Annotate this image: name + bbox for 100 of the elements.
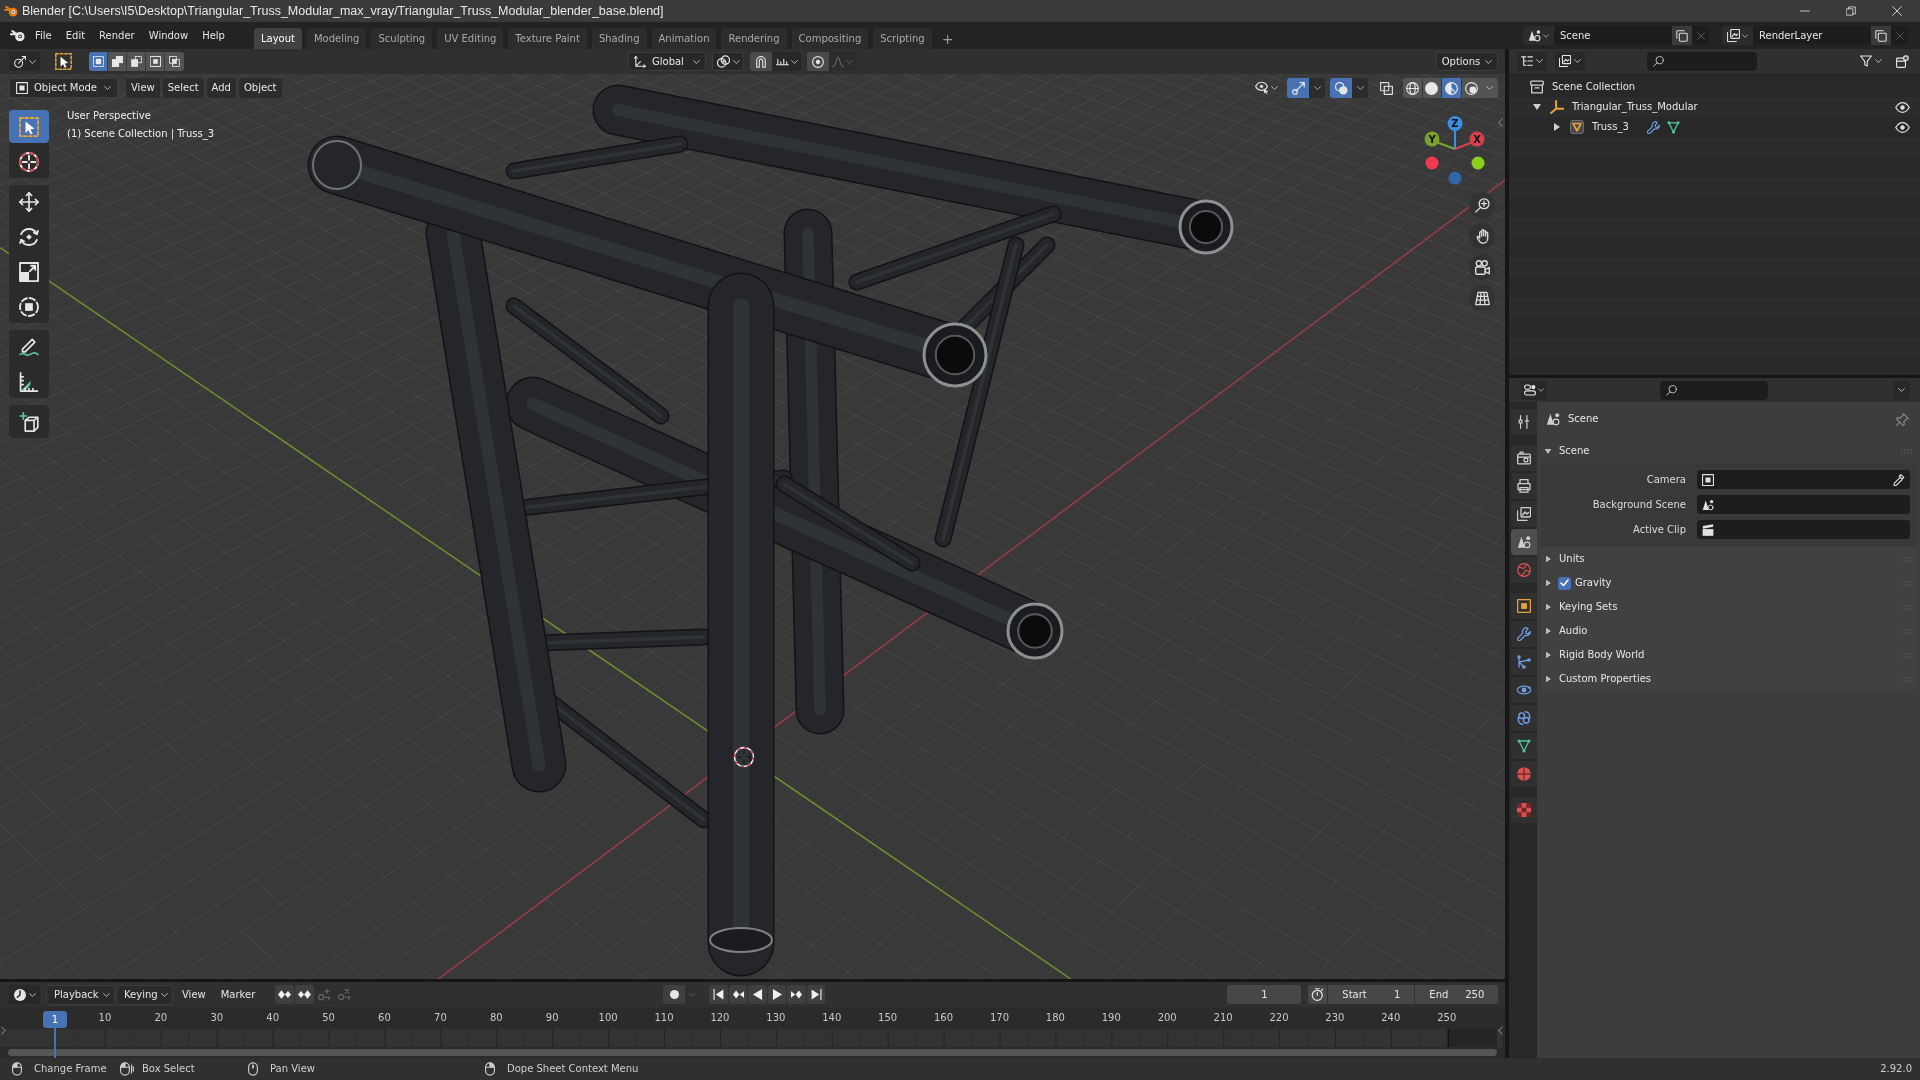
panel-header[interactable]: Units <box>1541 547 1916 571</box>
editor-type-button[interactable] <box>9 985 40 1004</box>
eye-icon[interactable] <box>1895 101 1910 113</box>
workspace-tab[interactable]: Compositing <box>791 28 869 49</box>
tool-button[interactable] <box>9 110 49 143</box>
tree-item-label[interactable]: Truss_3 <box>1592 121 1629 133</box>
panel-checkbox[interactable] <box>1558 576 1571 590</box>
view-layer-name-field[interactable]: RenderLayer <box>1753 26 1871 45</box>
search-field[interactable] <box>1647 51 1757 71</box>
shading-mode-button[interactable] <box>1403 78 1423 98</box>
workspace-tab[interactable]: Sculpting <box>371 28 433 49</box>
editor-type-button[interactable] <box>1517 51 1547 71</box>
texture-tab[interactable] <box>1511 797 1537 823</box>
constraints-tab[interactable] <box>1511 705 1537 731</box>
chevron-right-icon[interactable] <box>1 1026 6 1035</box>
mesh-data-tab[interactable] <box>1511 733 1537 759</box>
workspace-tab[interactable]: Rendering <box>721 28 787 49</box>
search-field[interactable] <box>1660 380 1768 400</box>
scene-picker-field[interactable] <box>1697 495 1910 514</box>
triangle-vertices-icon[interactable] <box>1666 120 1680 134</box>
mode-dropdown[interactable]: Object Mode <box>9 78 118 98</box>
duplicate-button[interactable] <box>1871 26 1891 45</box>
overlay-toggle[interactable] <box>1330 78 1352 98</box>
gizmo-toggle[interactable] <box>1287 78 1309 98</box>
panel-header[interactable]: Rigid Body World <box>1541 643 1916 667</box>
workspace-tab[interactable]: Animation <box>651 28 717 49</box>
logo-icon[interactable] <box>10 28 25 43</box>
gizmo-x-axis-handle[interactable]: X <box>1454 131 1485 150</box>
workspace-tab[interactable]: Shading <box>591 28 647 49</box>
end-frame-field[interactable]: End 250 <box>1415 985 1499 1004</box>
playhead[interactable]: 1 <box>43 1011 67 1058</box>
eye-icon[interactable] <box>1895 121 1910 133</box>
gizmo-negative-axis-dot[interactable] <box>1448 171 1462 185</box>
play-button[interactable] <box>767 985 787 1004</box>
menu-dropdown[interactable]: Playback <box>46 984 115 1005</box>
wrench-icon[interactable] <box>1646 120 1660 134</box>
select-mode-button[interactable] <box>108 52 127 71</box>
shading-mode-button[interactable] <box>1442 78 1462 98</box>
jump-start-button[interactable] <box>709 985 728 1004</box>
header-menu[interactable]: Add <box>206 78 236 98</box>
header-menu[interactable]: View <box>175 984 213 1005</box>
workspace-tab[interactable]: Layout <box>253 28 302 49</box>
pivot-dropdown[interactable] <box>712 52 744 71</box>
select-mode-button[interactable] <box>146 52 165 71</box>
gizmo-y-axis-handle[interactable]: Y <box>1424 131 1456 150</box>
menu-dropdown[interactable]: Keying <box>116 984 173 1005</box>
preview-range-toggle[interactable] <box>1308 985 1328 1004</box>
duplicate-button[interactable] <box>1672 26 1692 45</box>
options-dropdown[interactable] <box>1352 78 1368 98</box>
orientation-dropdown[interactable]: Global <box>628 52 706 71</box>
menu-item[interactable]: File <box>28 25 59 46</box>
zoom-view-button[interactable] <box>1469 192 1495 218</box>
editor-type-button[interactable] <box>9 52 40 71</box>
workspace-tab[interactable]: UV Editing <box>437 28 504 49</box>
chevron-left-icon[interactable] <box>1498 1026 1503 1035</box>
menu-item[interactable]: Edit <box>58 25 93 46</box>
output-tab[interactable] <box>1511 473 1537 499</box>
panel-header[interactable]: Keying Sets <box>1541 595 1916 619</box>
gizmo-negative-axis-dot[interactable] <box>1425 156 1439 170</box>
view-layer-tab[interactable] <box>1511 501 1537 527</box>
gizmo-z-axis-handle[interactable]: Z <box>1447 116 1463 150</box>
header-menu[interactable]: Object <box>238 78 282 98</box>
keyframe-button[interactable] <box>275 985 295 1004</box>
scene-tab[interactable] <box>1511 529 1537 555</box>
object-tab[interactable] <box>1511 593 1537 619</box>
pan-view-button[interactable] <box>1469 223 1495 249</box>
menu-item[interactable]: Window <box>141 25 196 46</box>
active-tool-button[interactable] <box>52 51 74 72</box>
proportional-edit-toggle[interactable] <box>807 52 829 71</box>
workspace-tab[interactable]: Texture Paint <box>508 28 587 49</box>
previous-keyframe-button[interactable] <box>728 985 748 1004</box>
modifiers-tab[interactable] <box>1511 621 1537 647</box>
options-dropdown[interactable]: Options <box>1436 52 1498 71</box>
snap-target-dropdown[interactable] <box>772 52 801 71</box>
scene-name-field[interactable]: Scene <box>1554 26 1672 45</box>
chevron-left-icon[interactable] <box>1498 118 1503 127</box>
add-workspace-button[interactable]: + <box>936 28 959 49</box>
camera-view-button[interactable] <box>1469 254 1495 280</box>
perspective-toggle-button[interactable] <box>1469 285 1495 311</box>
header-menu[interactable]: View <box>126 78 160 98</box>
expand-triangle-icon[interactable] <box>1533 104 1541 110</box>
tool-settings-tab[interactable] <box>1511 409 1537 435</box>
particles-tab[interactable] <box>1511 649 1537 675</box>
snap-toggle[interactable] <box>750 52 772 71</box>
editor-type-button[interactable] <box>1521 380 1547 400</box>
workspace-tab[interactable]: Scripting <box>873 28 932 49</box>
object-picker-field[interactable] <box>1697 470 1910 489</box>
view-layer-browse-button[interactable] <box>1722 26 1753 45</box>
render-tab[interactable] <box>1511 445 1537 471</box>
shading-mode-button[interactable] <box>1422 78 1442 98</box>
xray-toggle[interactable] <box>1378 78 1395 98</box>
workspace-tab[interactable]: Modeling <box>306 28 367 49</box>
gizmo-negative-axis-dot[interactable] <box>1471 156 1485 170</box>
next-keyframe-button[interactable] <box>787 985 806 1004</box>
timeline-scrollbar[interactable] <box>8 1049 1497 1056</box>
tool-button[interactable] <box>9 405 49 438</box>
tree-item-label[interactable]: Scene Collection <box>1552 81 1636 93</box>
clip-picker-field[interactable] <box>1697 520 1910 539</box>
start-frame-field[interactable]: Start 1 <box>1328 985 1415 1004</box>
select-mode-button[interactable] <box>127 52 146 71</box>
